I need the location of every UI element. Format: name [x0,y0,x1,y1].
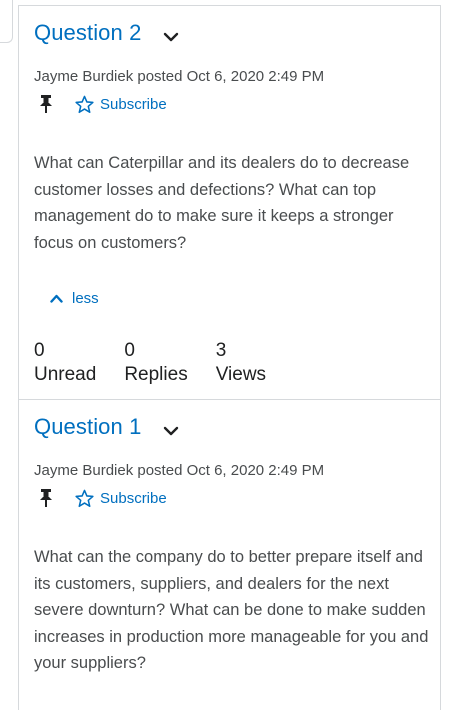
post-title-row: Question 2 [34,20,179,46]
less-label: less [72,290,99,307]
post-title-link[interactable]: Question 1 [34,414,141,440]
left-panel-edge [0,0,13,43]
post-meta: Jayme Burdiek posted Oct 6, 2020 2:49 PM [34,462,325,479]
star-icon [75,489,94,507]
pin-icon[interactable] [39,488,53,508]
subscribe-button[interactable]: Subscribe [75,95,167,114]
stat-value: 0 [34,340,45,361]
post-stats: 0 Unread 0 Replies 3 Views [34,340,294,388]
less-toggle[interactable]: less [50,290,99,307]
star-icon [75,95,94,113]
stat-value: 3 [215,340,227,361]
subscribe-button[interactable]: Subscribe [75,489,167,508]
pin-icon[interactable] [39,94,53,114]
stat-label: Views [215,364,267,385]
post-actions: Subscribe [39,94,167,114]
stat-label: Replies [124,364,188,385]
chevron-up-icon [50,294,63,303]
stat-unread: 0 Unread [34,340,96,388]
discussion-post-question-1: Question 1 Jayme Burdiek posted Oct 6, 2… [18,400,441,710]
chevron-down-icon[interactable] [163,30,179,42]
post-title-link[interactable]: Question 2 [34,20,141,46]
discussion-post-question-2: Question 2 Jayme Burdiek posted Oct 6, 2… [18,5,441,400]
subscribe-label: Subscribe [100,95,167,113]
post-body: What can the company do to better prepar… [34,548,429,673]
post-actions: Subscribe [39,488,167,508]
post-title-row: Question 1 [34,414,179,440]
post-body: What can Caterpillar and its dealers do … [34,154,410,252]
stat-views: 3 Views [216,340,266,388]
subscribe-label: Subscribe [100,489,167,507]
stat-replies: 0 Replies [124,340,187,388]
stat-label: Unread [34,364,97,385]
stat-value: 0 [124,340,135,361]
chevron-down-icon[interactable] [163,424,179,436]
post-meta: Jayme Burdiek posted Oct 6, 2020 2:49 PM [34,68,325,85]
